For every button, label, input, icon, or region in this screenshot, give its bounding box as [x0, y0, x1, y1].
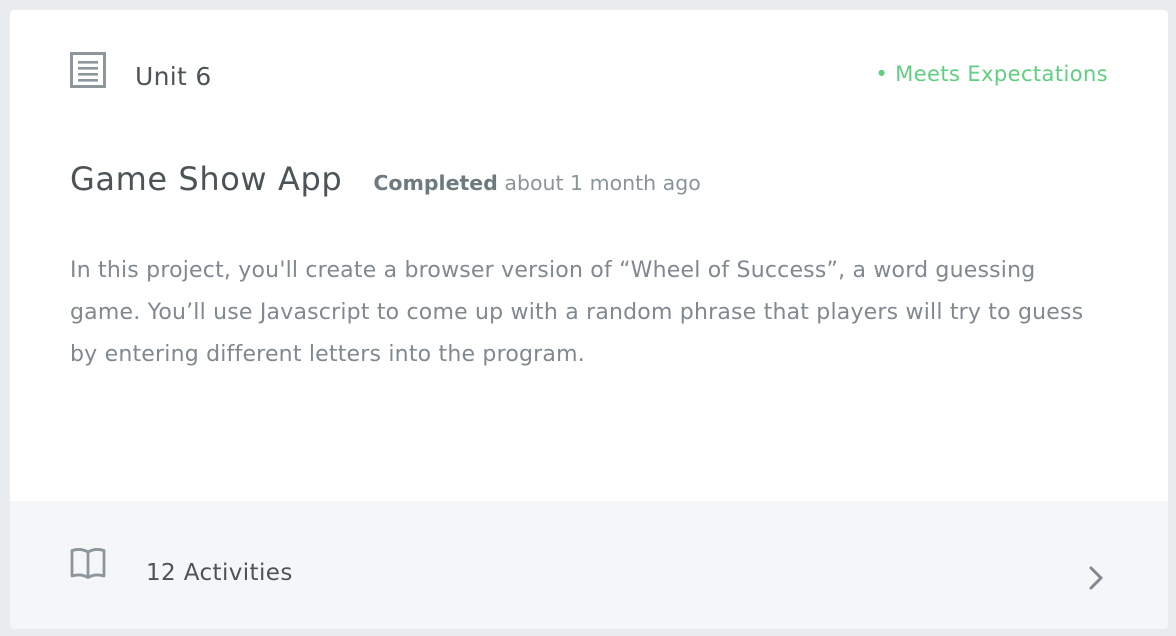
completed-label: Completed — [373, 171, 498, 195]
title-row: Game Show App Completed about 1 month ag… — [70, 160, 701, 198]
unit-label: Unit 6 — [135, 62, 212, 91]
project-title: Game Show App — [70, 160, 343, 198]
project-description: In this project, you'll create a browser… — [70, 258, 1084, 367]
activities-link[interactable]: 12 Activities — [10, 501, 1168, 629]
activities-count: 12 Activities — [146, 560, 293, 586]
document-list-icon — [70, 52, 106, 88]
book-icon — [70, 548, 106, 579]
status-badge: • Meets Expectations — [875, 62, 1108, 86]
unit-card: Unit 6 • Meets Expectations Game Show Ap… — [10, 10, 1168, 629]
chevron-right-icon[interactable] — [1086, 564, 1106, 592]
completion-status: Completed about 1 month ago — [373, 171, 700, 195]
card-header: Unit 6 • Meets Expectations — [10, 10, 1168, 130]
completed-time: about 1 month ago — [504, 171, 701, 195]
